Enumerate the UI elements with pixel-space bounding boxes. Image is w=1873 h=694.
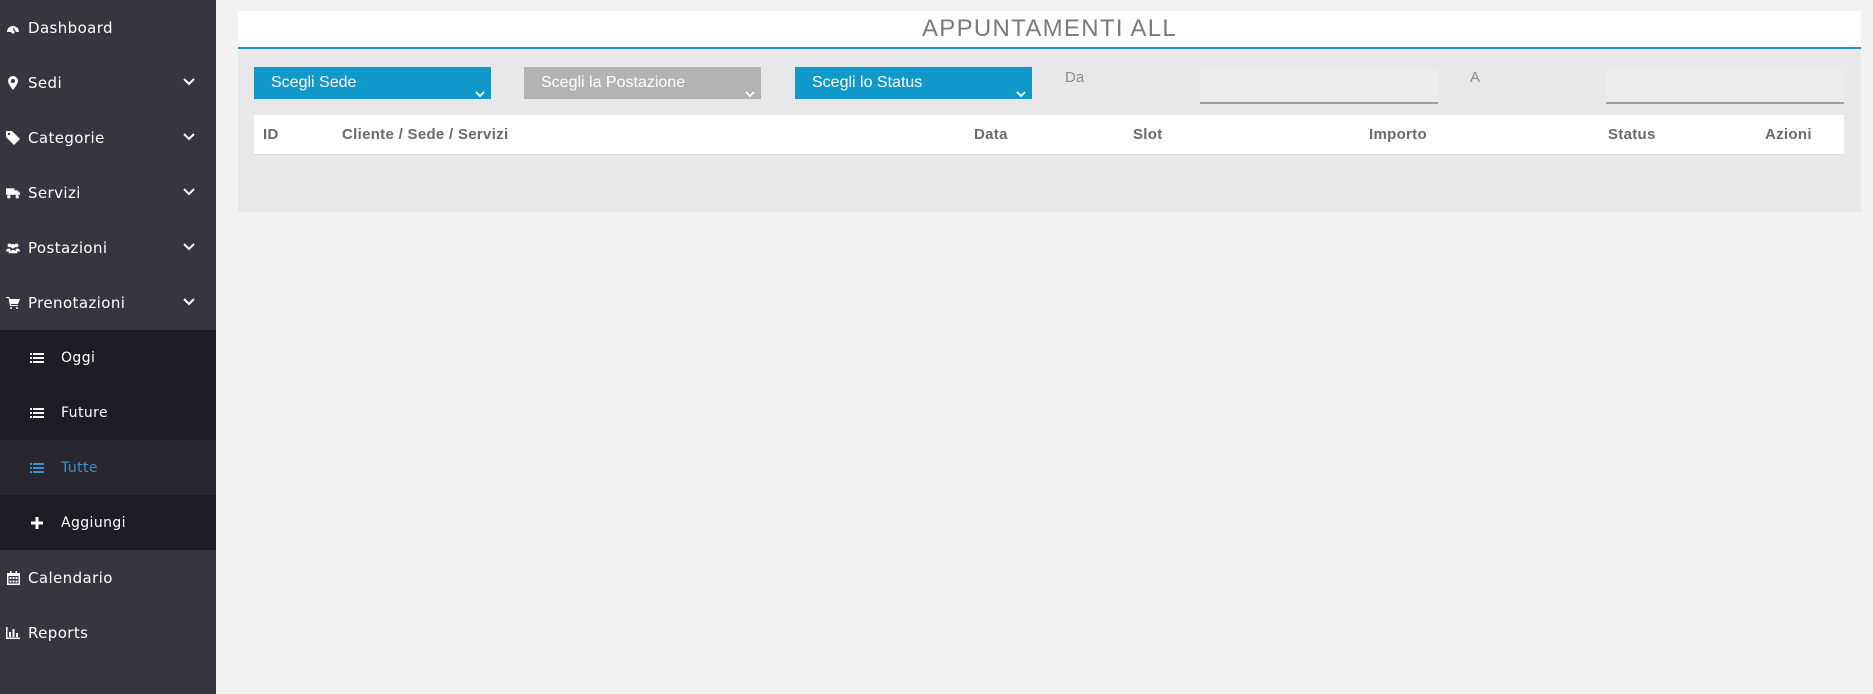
chevron-down-icon (745, 79, 755, 98)
submenu-item-label: Tutte (61, 459, 98, 476)
status-select[interactable]: Scegli lo Status (795, 67, 1032, 99)
cart-icon (6, 296, 20, 310)
from-date-label: Da (1065, 69, 1085, 86)
column-header-data[interactable]: Data (974, 115, 1008, 155)
sidebar-item-sedi[interactable]: Sedi (0, 55, 216, 110)
bar-chart-icon (6, 626, 20, 640)
submenu-item-label: Oggi (61, 349, 96, 366)
tag-icon (6, 130, 20, 145)
chevron-down-icon (1016, 79, 1026, 98)
submenu-item-tutte[interactable]: Tutte (0, 440, 216, 495)
sede-select-value: Scegli Sede (271, 74, 357, 91)
column-header-cliente[interactable]: Cliente / Sede / Servizi (342, 115, 508, 155)
column-header-importo[interactable]: Importo (1369, 115, 1427, 155)
page-title: APPUNTAMENTI ALL (921, 15, 1178, 42)
from-date-input[interactable] (1200, 69, 1438, 104)
chevron-down-icon (475, 79, 485, 98)
chevron-down-icon[interactable] (182, 295, 196, 309)
column-header-azioni[interactable]: Azioni (1765, 115, 1812, 155)
postazione-select-value: Scegli la Postazione (541, 74, 686, 91)
sidebar-item-label: Calendario (28, 568, 113, 587)
submenu-item-label: Aggiungi (61, 514, 126, 531)
submenu-prenotazioni: Oggi Future Tutte Aggiungi (0, 330, 216, 550)
users-icon (6, 241, 20, 255)
sede-select[interactable]: Scegli Sede (254, 67, 491, 99)
status-select-value: Scegli lo Status (812, 74, 923, 91)
dashboard-icon (6, 21, 20, 35)
sidebar-item-label: Prenotazioni (28, 293, 126, 312)
column-header-status[interactable]: Status (1608, 115, 1656, 155)
sidebar: Dashboard Sedi Categorie Servizi Postazi… (0, 0, 216, 694)
chevron-down-icon[interactable] (182, 240, 196, 254)
column-header-slot[interactable]: Slot (1133, 115, 1163, 155)
postazione-select[interactable]: Scegli la Postazione (524, 67, 761, 99)
submenu-item-aggiungi[interactable]: Aggiungi (0, 495, 216, 550)
calendar-icon (6, 570, 20, 585)
appointments-table: ID Cliente / Sede / Servizi Data Slot Im… (254, 115, 1844, 155)
submenu-item-future[interactable]: Future (0, 385, 216, 440)
to-date-input[interactable] (1606, 69, 1844, 104)
submenu-item-oggi[interactable]: Oggi (0, 330, 216, 385)
sidebar-item-label: Postazioni (28, 238, 108, 257)
sidebar-item-categorie[interactable]: Categorie (0, 110, 216, 165)
sidebar-item-label: Reports (28, 623, 89, 642)
map-marker-icon (6, 75, 20, 90)
list-icon (29, 351, 45, 365)
list-icon (29, 406, 45, 420)
sidebar-item-servizi[interactable]: Servizi (0, 165, 216, 220)
chevron-down-icon[interactable] (182, 185, 196, 199)
sidebar-item-label: Dashboard (28, 18, 113, 37)
chevron-down-icon[interactable] (182, 75, 196, 89)
sidebar-item-reports[interactable]: Reports (0, 605, 216, 660)
column-header-id[interactable]: ID (263, 115, 279, 155)
submenu-item-label: Future (61, 404, 108, 421)
main-panel: APPUNTAMENTI ALL Scegli Sede Scegli la P… (238, 11, 1861, 212)
chevron-down-icon[interactable] (182, 130, 196, 144)
plus-icon (29, 516, 45, 530)
to-date-label: A (1470, 69, 1481, 86)
page-header: APPUNTAMENTI ALL (238, 11, 1861, 49)
sidebar-item-label: Servizi (28, 183, 81, 202)
sidebar-item-dashboard[interactable]: Dashboard (0, 0, 216, 55)
sidebar-item-postazioni[interactable]: Postazioni (0, 220, 216, 275)
sidebar-item-label: Sedi (28, 73, 63, 92)
sidebar-item-prenotazioni[interactable]: Prenotazioni (0, 275, 216, 330)
sidebar-item-calendario[interactable]: Calendario (0, 550, 216, 605)
truck-icon (6, 186, 20, 200)
list-icon (29, 461, 45, 475)
sidebar-item-label: Categorie (28, 128, 105, 147)
